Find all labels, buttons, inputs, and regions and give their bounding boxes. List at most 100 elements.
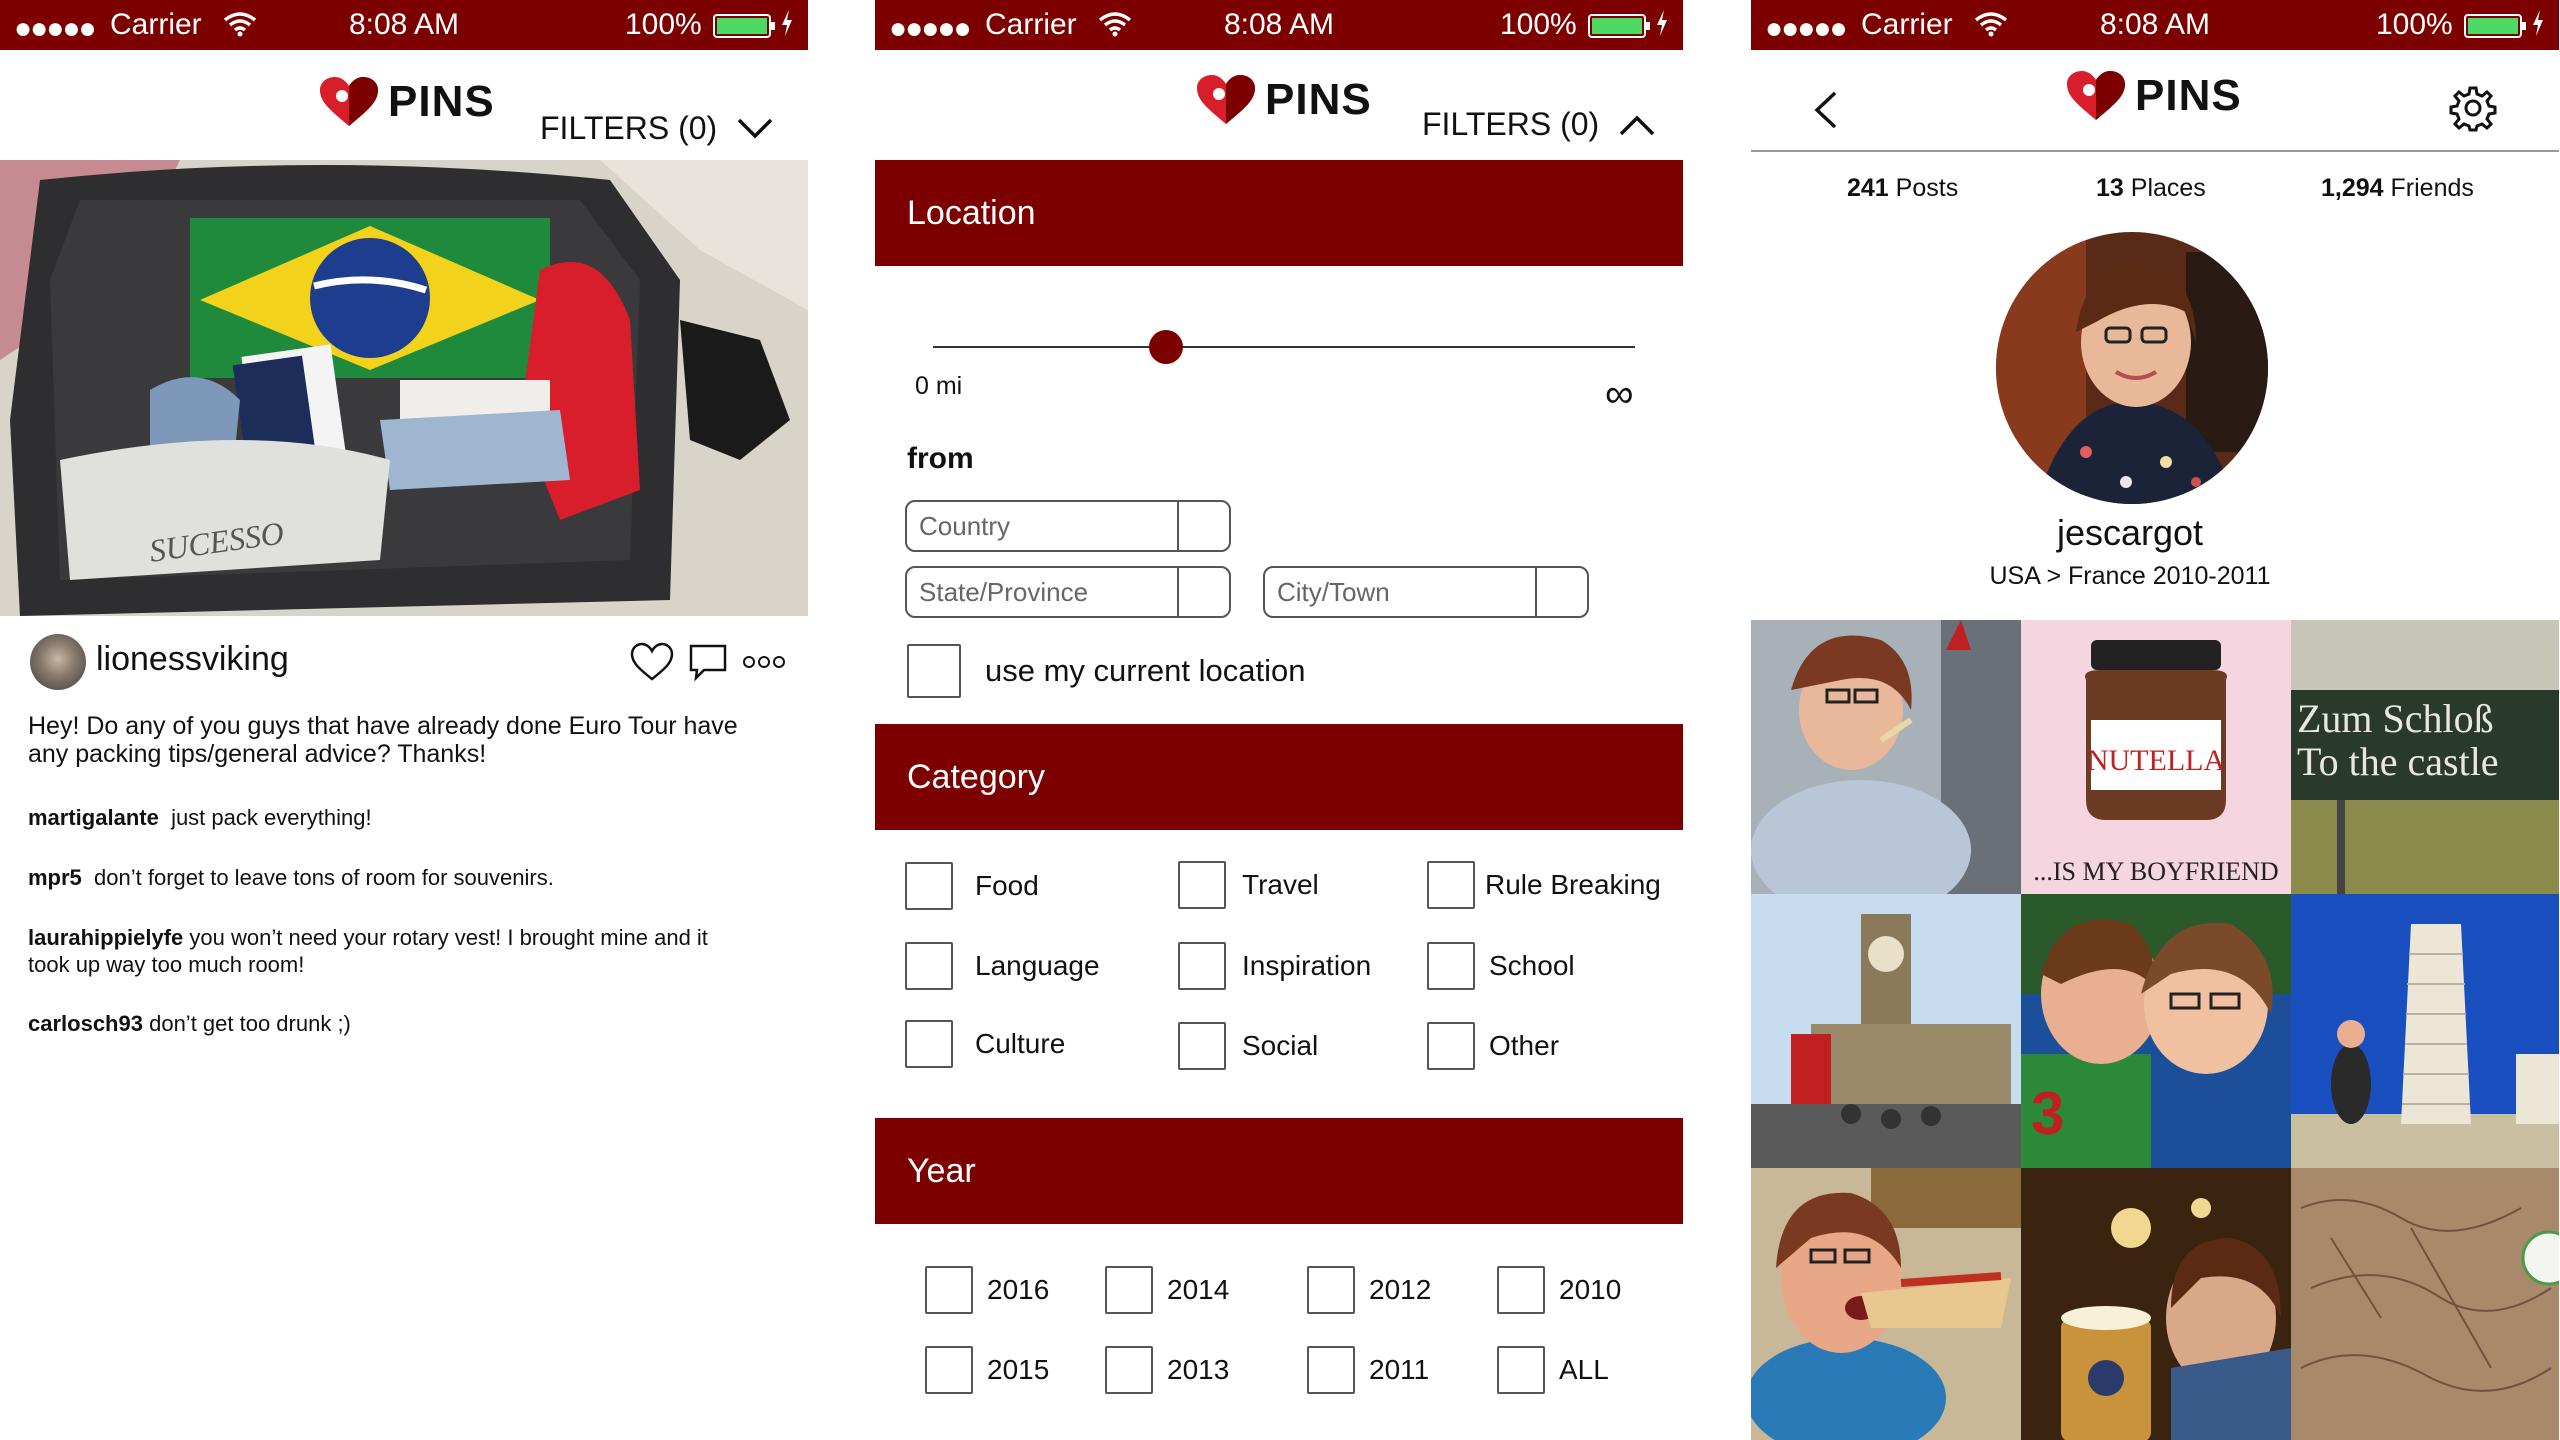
checkbox-box[interactable] — [1178, 942, 1226, 990]
category-label: Travel — [1242, 869, 1319, 900]
checkbox-box[interactable] — [1427, 942, 1475, 990]
user-avatar[interactable] — [30, 634, 86, 690]
state-dropdown[interactable] — [1177, 568, 1229, 616]
category-inspiration[interactable]: Inspiration — [1178, 942, 1371, 990]
checkbox-box[interactable] — [1427, 861, 1475, 909]
app-logo[interactable]: PINS — [1195, 74, 1372, 126]
category-rule-breaking[interactable]: Rule Breaking — [1427, 861, 1661, 909]
posts-stat[interactable]: 241 Posts — [1847, 174, 1958, 203]
year-label: 2011 — [1369, 1354, 1430, 1385]
post-photo[interactable]: SUCESSO — [0, 160, 808, 616]
checkbox-box[interactable] — [1497, 1266, 1545, 1314]
comment-icon[interactable] — [688, 642, 728, 682]
use-current-location-checkbox[interactable]: use my current location — [907, 644, 1305, 698]
comment-text: just pack everything! — [171, 805, 372, 830]
category-language[interactable]: Language — [905, 942, 1100, 990]
comment-user[interactable]: carlosch93 — [28, 1011, 143, 1036]
photo-tile[interactable] — [1751, 894, 2021, 1168]
city-dropdown[interactable] — [1535, 568, 1587, 616]
back-chevron-icon[interactable] — [1811, 90, 1839, 130]
checkbox-box[interactable] — [1307, 1346, 1355, 1394]
app-logo[interactable]: PINS — [2065, 70, 2242, 122]
infinity-icon: ∞ — [1605, 372, 1634, 416]
checkbox-box[interactable] — [905, 862, 953, 910]
checkbox-box[interactable] — [925, 1266, 973, 1314]
photo-tile[interactable]: Zum Schloß To the castle — [2291, 620, 2559, 894]
country-placeholder: Country — [919, 510, 1011, 541]
photo-tile[interactable] — [1751, 620, 2021, 894]
photo-tile[interactable]: 3 — [2021, 894, 2291, 1168]
app-logo[interactable]: PINS — [318, 76, 495, 128]
checkbox-box[interactable] — [925, 1346, 973, 1394]
heart-pin-icon — [2067, 71, 2125, 120]
state-field[interactable]: State/Province — [905, 566, 1231, 618]
photo-tile[interactable] — [1751, 1168, 2021, 1440]
filters-toggle[interactable]: FILTERS (0) — [540, 110, 773, 147]
battery-percent: 100% — [625, 8, 702, 41]
year-2010[interactable]: 2010 — [1497, 1266, 1621, 1314]
year-2016[interactable]: 2016 — [925, 1266, 1049, 1314]
category-label: Social — [1242, 1030, 1319, 1061]
comment-user[interactable]: martigalante — [28, 805, 159, 830]
checkbox-box[interactable] — [1105, 1346, 1153, 1394]
chevron-up-icon — [1619, 115, 1655, 135]
year-header: Year — [875, 1118, 1683, 1224]
category-social[interactable]: Social — [1178, 1022, 1318, 1070]
location-title: Location — [907, 193, 1036, 232]
comment-user[interactable]: mpr5 — [28, 865, 82, 890]
checkbox-box[interactable] — [1307, 1266, 1355, 1314]
post-username[interactable]: lionessviking — [96, 640, 289, 679]
comment-user[interactable]: laurahippielyfe — [28, 925, 183, 950]
checkbox-box[interactable] — [905, 942, 953, 990]
year-2013[interactable]: 2013 — [1105, 1346, 1229, 1394]
country-dropdown[interactable] — [1177, 502, 1229, 550]
checkbox-box[interactable] — [1178, 1022, 1226, 1070]
comment-item: laurahippielyfe you won’t need your rota… — [28, 924, 718, 978]
year-all[interactable]: ALL — [1497, 1346, 1609, 1394]
profile-username: jescargot — [2056, 512, 2204, 553]
category-label: School — [1489, 950, 1575, 981]
year-title: Year — [907, 1151, 976, 1190]
photo-tile[interactable] — [2291, 1168, 2559, 1440]
profile-avatar[interactable] — [1996, 232, 2268, 504]
category-school[interactable]: School — [1427, 942, 1575, 990]
friends-label: Friends — [2390, 174, 2474, 202]
photo-tile[interactable] — [2021, 1168, 2291, 1440]
photo-tile[interactable] — [2291, 894, 2559, 1168]
checkbox-box[interactable] — [1178, 861, 1226, 909]
distance-slider-handle[interactable] — [1149, 330, 1183, 364]
category-other[interactable]: Other — [1427, 1022, 1559, 1070]
category-title: Category — [907, 757, 1045, 796]
like-heart-icon[interactable] — [630, 642, 674, 682]
filters-toggle[interactable]: FILTERS (0) — [1422, 106, 1655, 143]
charging-icon — [780, 8, 794, 46]
city-field[interactable]: City/Town — [1263, 566, 1589, 618]
year-2011[interactable]: 2011 — [1307, 1346, 1429, 1394]
category-food[interactable]: Food — [905, 862, 1039, 910]
filters-label: FILTERS (0) — [1422, 106, 1600, 142]
year-2015[interactable]: 2015 — [925, 1346, 1049, 1394]
checkbox-box[interactable] — [1427, 1022, 1475, 1070]
distance-slider-track[interactable] — [933, 346, 1635, 348]
category-culture[interactable]: Culture — [905, 1020, 1065, 1068]
more-options-icon[interactable] — [742, 654, 786, 670]
comment-item: mpr5 don’t forget to leave tons of room … — [28, 864, 788, 891]
friends-stat[interactable]: 1,294 Friends — [2321, 174, 2474, 203]
country-field[interactable]: Country — [905, 500, 1231, 552]
filters-label: FILTERS (0) — [540, 110, 718, 146]
checkbox-box[interactable] — [907, 644, 961, 698]
checkbox-box[interactable] — [1497, 1346, 1545, 1394]
year-2012[interactable]: 2012 — [1307, 1266, 1431, 1314]
category-label: Other — [1489, 1030, 1560, 1061]
category-travel[interactable]: Travel — [1178, 861, 1319, 909]
category-label: Food — [975, 870, 1039, 901]
places-count: 13 — [2096, 174, 2124, 202]
checkbox-box[interactable] — [1105, 1266, 1153, 1314]
comment-text: don’t get too drunk ;) — [149, 1011, 351, 1036]
photo-tile[interactable]: NUTELLA ...IS MY BOYFRIEND — [2021, 620, 2291, 894]
checkbox-box[interactable] — [905, 1020, 953, 1068]
battery-percent: 100% — [1500, 8, 1577, 41]
places-stat[interactable]: 13 Places — [2096, 174, 2206, 203]
year-2014[interactable]: 2014 — [1105, 1266, 1229, 1314]
gear-icon[interactable] — [2449, 84, 2497, 132]
